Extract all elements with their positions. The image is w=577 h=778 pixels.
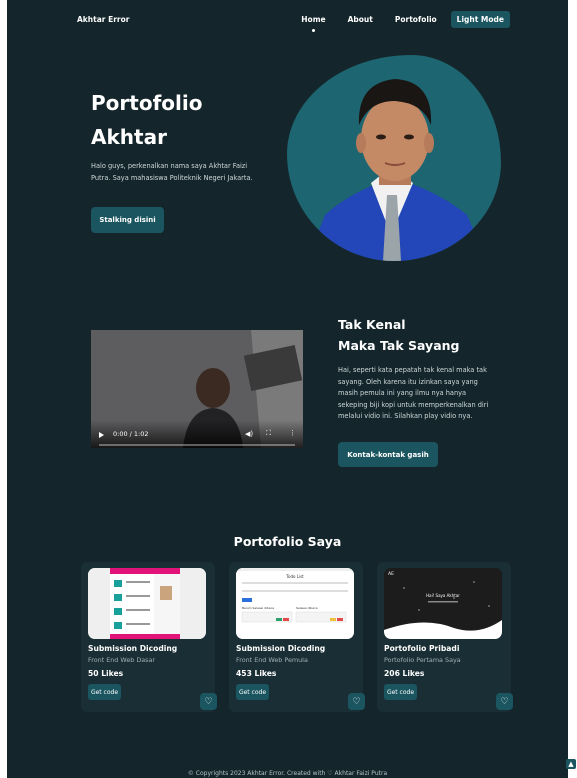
hero-title-line1: Portofolio (91, 91, 203, 115)
intro-video[interactable]: 0:00 / 1:02 ◀) ⛶ ⋮ (91, 330, 303, 448)
hero-description: Halo guys, perkenalkan nama saya Akhtar … (91, 162, 253, 182)
get-code-button[interactable]: Get code (384, 684, 417, 700)
stalking-button[interactable]: Stalking disini (91, 207, 164, 233)
thumbnail-image (88, 568, 206, 639)
contact-button[interactable]: Kontak-kontak gasih (338, 442, 438, 467)
portrait-illustration (307, 79, 487, 261)
about-title-line1: Tak Kenal (338, 317, 406, 332)
heart-icon[interactable]: ♡ (200, 693, 217, 710)
card-likes: 453 Likes (236, 669, 277, 678)
volume-icon[interactable]: ◀) (245, 430, 253, 438)
heart-icon[interactable]: ♡ (348, 693, 365, 710)
hero-title-line2: Akhtar (91, 125, 167, 149)
video-time: 0:00 / 1:02 (113, 430, 149, 438)
light-mode-button[interactable]: Light Mode (450, 11, 510, 28)
thumb-logo: AE (388, 571, 394, 577)
video-progress-bar[interactable] (99, 444, 295, 446)
nav-home[interactable]: Home (301, 11, 326, 32)
page: Akhtar Error Home About Portofolio Light… (7, 0, 568, 778)
thumb-col2: Selesai dibaca (296, 606, 318, 610)
portfolio-cards: Submission Dicoding Front End Web Dasar … (81, 562, 513, 712)
card-thumbnail: AE Hai! Saya Akhtar (384, 568, 502, 639)
portfolio-card-2: Todo List Belum Selesai dibaca Selesai d… (229, 562, 365, 712)
nav-links: Home About Portofolio Light Mode (279, 11, 510, 32)
card-likes: 206 Likes (384, 669, 425, 678)
heart-icon[interactable]: ♡ (496, 693, 513, 710)
about-description: Hai, seperti kata pepatah tak kenal maka… (338, 366, 489, 420)
nav-portofolio[interactable]: Portofolio (395, 11, 437, 28)
brand-logo[interactable]: Akhtar Error (77, 15, 129, 24)
more-icon[interactable]: ⋮ (289, 429, 296, 437)
thumb-heading: Todo List (285, 574, 304, 579)
card-subtitle: Front End Web Dasar (88, 656, 156, 664)
thumbnail-image: Todo List Belum Selesai dibaca Selesai d… (236, 568, 354, 639)
get-code-button[interactable]: Get code (88, 684, 121, 700)
about-title: Tak Kenal Maka Tak Sayang (338, 314, 459, 356)
card-subtitle: Front End Web Pemula (236, 656, 308, 664)
navbar: Akhtar Error Home About Portofolio Light… (7, 0, 568, 40)
thumbnail-image: AE Hai! Saya Akhtar (384, 568, 502, 639)
profile-photo (287, 55, 501, 261)
fullscreen-icon[interactable]: ⛶ (266, 429, 271, 438)
nav-about[interactable]: About (348, 11, 373, 28)
card-subtitle: Portofolio Pertama Saya (384, 656, 461, 664)
card-likes: 50 Likes (88, 669, 124, 678)
play-icon[interactable] (99, 432, 104, 438)
card-title: Submission Dicoding (236, 644, 326, 653)
arrow-up-icon[interactable]: ▲ (566, 759, 576, 769)
portfolio-title: Portofolio Saya (233, 534, 342, 549)
footer-copyright: © Copyrights 2023 Akhtar Error. Created … (187, 770, 388, 777)
card-title: Portofolio Pribadi (384, 644, 460, 653)
thumb-heading: Hai! Saya Akhtar (426, 593, 460, 598)
card-thumbnail (88, 568, 206, 639)
thumb-col1: Belum Selesai dibaca (242, 606, 274, 610)
card-thumbnail: Todo List Belum Selesai dibaca Selesai d… (236, 568, 354, 639)
about-title-line2: Maka Tak Sayang (338, 338, 460, 353)
portfolio-card-1: Submission Dicoding Front End Web Dasar … (81, 562, 217, 712)
hero-title: Portofolio Akhtar (91, 86, 202, 154)
get-code-button[interactable]: Get code (236, 684, 269, 700)
card-title: Submission Dicoding (88, 644, 178, 653)
video-controls: 0:00 / 1:02 ◀) ⛶ ⋮ (91, 420, 303, 448)
portfolio-card-3: AE Hai! Saya Akhtar Portofolio Pribadi P… (377, 562, 513, 712)
